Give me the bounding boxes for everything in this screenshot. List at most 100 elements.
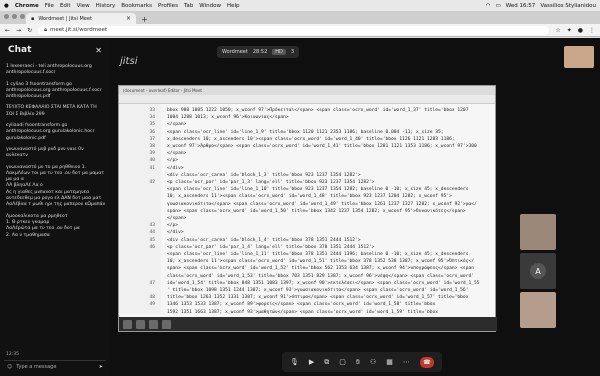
- chat-messages: 1 lexeeraeci - teli anthropolocuus.org a…: [6, 64, 106, 239]
- tile-view-icon[interactable]: ▦: [386, 358, 393, 366]
- line-number: [119, 172, 155, 179]
- code-line: <span class='ocr_line' id='line_1_11' ti…: [167, 252, 469, 258]
- chat-icon[interactable]: ▢: [339, 358, 346, 366]
- chat-input-bar[interactable]: ☺ Type a message ➤: [4, 360, 106, 372]
- chat-message: 2. Αα ν τμαθημασα: [6, 232, 50, 238]
- line-number: 36: [149, 129, 155, 135]
- line-number: [119, 265, 155, 272]
- back-icon[interactable]: ←: [5, 27, 10, 34]
- participant-video[interactable]: [520, 292, 556, 328]
- forward-icon[interactable]: →: [16, 27, 21, 34]
- line-number: 49: [149, 302, 155, 308]
- hangup-button[interactable]: ☎︎: [419, 356, 434, 368]
- meeting-info-pill: Wordmeet 28:52 HD 3: [217, 46, 300, 58]
- participant-video[interactable]: [520, 214, 556, 250]
- line-number: [119, 193, 155, 200]
- code-line: <span class='ocr_line' id='line_1_10' ti…: [167, 187, 469, 193]
- meeting-timer: 28:52: [252, 49, 268, 55]
- line-number: [119, 201, 155, 208]
- menu-item-tab[interactable]: Tab: [184, 3, 193, 9]
- battery-icon[interactable]: ▭: [496, 3, 501, 9]
- close-window-button[interactable]: [4, 14, 9, 19]
- maximize-window-button[interactable]: [20, 14, 25, 19]
- code-line: class='ocrx_word' id='word_1_53' title='…: [167, 273, 474, 279]
- menu-item-bookmarks[interactable]: Bookmarks: [121, 3, 152, 9]
- line-number: [119, 258, 155, 265]
- chat-message: cyliaadi fsoontransform.go anthropolocuu…: [6, 123, 95, 141]
- code-line: <span class='ocr_line' id='line_1_9' tit…: [167, 129, 444, 135]
- code-line: <p class='ocr_par' id='par_1_4' lang='el…: [167, 244, 375, 250]
- code-line: x_wconf 97'>Άρθρο</span> <span class='oc…: [167, 144, 477, 150]
- mic-icon[interactable]: 🎙︎: [290, 358, 299, 366]
- share-screen-icon[interactable]: ⧉: [324, 358, 329, 367]
- line-number: [119, 251, 155, 258]
- menu-item-help[interactable]: Help: [227, 3, 240, 9]
- line-number: 38: [149, 144, 155, 150]
- close-chat-icon[interactable]: ✕: [95, 46, 102, 55]
- line-number: [119, 309, 155, 316]
- code-line: <div class='ocr_carea' id='block_1_3' ti…: [167, 172, 361, 178]
- menu-item-view[interactable]: View: [77, 3, 90, 9]
- line-number: 41: [149, 165, 155, 171]
- star-icon[interactable]: ☆: [555, 27, 560, 34]
- menu-item-history[interactable]: History: [96, 3, 116, 9]
- close-tab-icon[interactable]: ×: [126, 15, 131, 22]
- taskbar-app-icon: [136, 319, 145, 329]
- code-editor: 33 34 35 36 37 38 39 40 41 42 43 44 45 46 47 48 49 b…: [119, 104, 497, 314]
- code-line: 10; x_ascenders 11'><span class='ocrx_wo…: [167, 194, 452, 200]
- line-number: 39: [149, 151, 155, 157]
- line-number: [119, 186, 155, 193]
- code-line: γνωσιακονικότιτα</span> <span class='ocr…: [167, 201, 477, 207]
- extensions-icon[interactable]: ✦: [567, 27, 572, 34]
- line-number: 35: [149, 122, 155, 128]
- raise-hand-icon[interactable]: ✋︎: [356, 358, 360, 367]
- menu-dots-icon[interactable]: ⋮: [589, 27, 595, 34]
- camera-icon[interactable]: ▶: [309, 358, 314, 366]
- profile-icon[interactable]: ●: [578, 27, 583, 34]
- line-number: 48: [149, 295, 155, 301]
- menu-item-window[interactable]: Window: [199, 3, 221, 9]
- apple-icon[interactable]: ●: [4, 3, 9, 9]
- chat-message: ΤΕΥΧΤΟ ΚΕΦΑΛΑΙΟ ΣΤΑΙ ΜΕΤΑ ΚΑΤΑ ΤΗ ΣΟΙ Σ …: [6, 105, 97, 117]
- menu-item-profiles[interactable]: Profiles: [158, 3, 178, 9]
- participant-count: 3: [290, 49, 295, 55]
- taskbar-app-icon: [162, 319, 171, 329]
- line-number: 43: [149, 223, 155, 229]
- minimize-window-button[interactable]: [12, 14, 17, 19]
- code-line: ' title='bbox 1098 1351 1244 1387; x_wco…: [167, 288, 469, 294]
- new-tab-button[interactable]: +: [141, 15, 148, 24]
- browser-tab[interactable]: ▪ Wordmeet | Jitsi Meet ×: [26, 13, 136, 24]
- menu-item-edit[interactable]: Edit: [60, 3, 71, 9]
- line-number: [119, 287, 155, 294]
- emoji-icon[interactable]: ☺: [7, 364, 12, 370]
- avatar: A: [530, 263, 546, 279]
- clock[interactable]: Wed 16:57: [506, 3, 536, 9]
- url-field[interactable]: 🔒︎ meet.jit.si/wordmeet: [38, 25, 550, 35]
- participants-icon[interactable]: ⚇: [370, 358, 376, 366]
- code-line: </span>: [167, 151, 187, 157]
- shared-screen: (document - overleaf) Editor - Jitsi Mee…: [118, 85, 497, 332]
- hd-badge: HD: [272, 49, 286, 55]
- line-number: 33: [149, 108, 155, 113]
- line-number: [119, 208, 155, 215]
- self-view-thumbnail[interactable]: [564, 46, 594, 68]
- chat-header: Chat ✕: [0, 38, 110, 62]
- reload-icon[interactable]: ↻: [27, 27, 32, 34]
- code-content: bbox 988 1085 1222 1050; x_wconf 97'>Πρό…: [161, 104, 497, 314]
- chat-input-placeholder[interactable]: Type a message: [16, 364, 56, 370]
- jitsi-logo: jitsi: [120, 56, 138, 67]
- more-icon[interactable]: ⋯: [403, 358, 410, 366]
- lock-icon: 🔒︎: [44, 26, 48, 33]
- send-icon[interactable]: ➤: [99, 364, 103, 370]
- chat-timestamp: 12:35: [6, 352, 19, 357]
- window-controls: [4, 14, 25, 19]
- shared-window-toolbar: [119, 95, 495, 104]
- wifi-icon[interactable]: ◠: [486, 3, 491, 9]
- menu-item-chrome[interactable]: Chrome: [15, 3, 39, 9]
- participant-tile[interactable]: A: [520, 253, 556, 289]
- line-number: 40: [149, 158, 155, 164]
- user-name[interactable]: Vassilios Stylianidou: [540, 3, 596, 9]
- menu-item-file[interactable]: File: [45, 3, 54, 9]
- meeting-stage: jitsi Wordmeet 28:52 HD 3 (document - ov…: [110, 38, 600, 376]
- code-line: <p class='ocr_par' id='par_1_3' lang='el…: [167, 180, 375, 186]
